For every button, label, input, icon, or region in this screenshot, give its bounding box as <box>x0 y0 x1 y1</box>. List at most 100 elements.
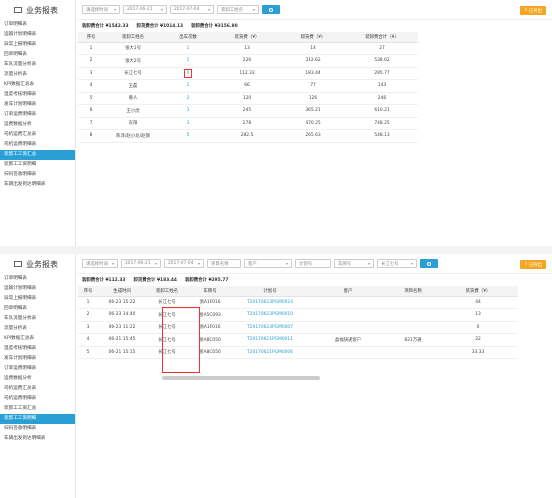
table-cell: 1 <box>78 42 104 55</box>
sidebar-item[interactable]: 运输计划明细表 <box>0 30 75 40</box>
sidebar-item[interactable]: 订单明细表 <box>0 274 75 284</box>
sidebar-item[interactable]: 订单运费明细表 <box>0 110 75 120</box>
table-cell: 27 <box>346 42 418 55</box>
table-cell[interactable]: 1 <box>162 54 214 68</box>
sidebar-item[interactable]: 车队流量分析表 <box>0 60 75 70</box>
date-from-select[interactable]: 2017-06-21 ▾ <box>123 5 167 14</box>
table-cell[interactable]: 3 <box>162 117 214 130</box>
column-header[interactable]: 序号 <box>78 286 98 297</box>
table-row[interactable]: 5 尊人 2 120 126 246 <box>78 92 418 105</box>
column-header[interactable]: 计划号 <box>232 286 308 297</box>
sidebar-item[interactable]: KPI数据汇总表 <box>0 80 75 90</box>
date-to-select[interactable]: 2017-07-04 ▾ <box>170 5 214 14</box>
sidebar-item[interactable]: 订单明细表 <box>0 20 75 30</box>
table-row[interactable]: 1 06-23 15:22 长江七号 浙A1F016 T20170623PGM0024 4… <box>78 296 518 309</box>
sidebar: 业务报表 订单明细表 运输计划明细表 异常上报明细表 回单明细表 车队流量分析表 流量分析… <box>0 254 76 498</box>
export-button[interactable]: ⇪ 已导出 <box>520 260 546 269</box>
sidebar-item[interactable]: 司机运费明细表 <box>0 140 75 150</box>
summary-total: 装卸费合计 ¥3156.80 <box>191 24 238 29</box>
plan-input[interactable]: 计划号 <box>295 259 331 268</box>
date-to-select[interactable]: 2017-07-04 ▾ <box>164 259 204 268</box>
table-cell[interactable]: 3 <box>162 104 214 118</box>
table-row[interactable]: 2 06-23 14:40 长江七号 浙A5C093 T20170623PGM0010 1… <box>78 308 518 322</box>
column-header[interactable]: 装卸工姓名 <box>104 32 162 43</box>
table-row[interactable]: 3 长江七号 5 112.33 183.44 295.77 <box>78 67 418 80</box>
column-header[interactable]: 卸货费（¥） <box>280 32 346 43</box>
column-header[interactable]: 出车次数 <box>162 32 214 43</box>
column-header[interactable]: 装货费（¥） <box>438 286 518 297</box>
export-button[interactable]: ⇪ 已导出 <box>520 6 546 15</box>
sidebar-item[interactable]: 装卸工工资汇总 <box>0 404 75 414</box>
date-from-select[interactable]: 2017-06-21 ▾ <box>121 259 161 268</box>
column-header[interactable]: 生成时间 <box>98 286 146 297</box>
sidebar-item[interactable]: 回单明细表 <box>0 304 75 314</box>
sidebar-item[interactable]: 异常上报明细表 <box>0 40 75 50</box>
highlight-box[interactable]: 5 <box>183 68 193 78</box>
worker-select[interactable]: 装卸工姓名 ▾ <box>217 5 259 14</box>
sidebar-item[interactable]: 运输计划明细表 <box>0 284 75 294</box>
column-header[interactable]: 车牌号 <box>188 286 232 297</box>
sidebar-brand: 业务报表 <box>0 254 75 274</box>
horizontal-scrollbar[interactable] <box>162 376 320 380</box>
search-button[interactable] <box>420 259 438 268</box>
sidebar-item[interactable]: 发车计划明细表 <box>0 354 75 364</box>
table-row[interactable]: 7 东阳 3 278 470.25 748.25 <box>78 117 418 130</box>
sidebar-item[interactable]: 异常上报明细表 <box>0 294 75 304</box>
table-cell[interactable]: 5 <box>162 129 214 143</box>
column-header[interactable]: 序号 <box>78 32 104 43</box>
time-type-select[interactable]: 请选择时间 ▾ <box>82 5 120 14</box>
table-row[interactable]: 3 06-23 11:22 长江七号 浙A1F016 T20170623PGM0007 0 <box>78 321 518 334</box>
sidebar-item[interactable]: 扫码签收明细表 <box>0 170 75 180</box>
table-cell[interactable]: T20170621PGM0006 <box>232 346 308 359</box>
table-row[interactable]: 4 王磊 1 66 77 143 <box>78 79 418 93</box>
sidebar-item[interactable]: 车辆出发到达明细表 <box>0 180 75 190</box>
sidebar-item[interactable]: 司机运费汇总表 <box>0 130 75 140</box>
sidebar-item[interactable]: 车队流量分析表 <box>0 314 75 324</box>
table-row[interactable]: 6 王小虎 3 245 365.21 610.21 <box>78 104 418 118</box>
sidebar-item[interactable]: 订单运费明细表 <box>0 364 75 374</box>
column-header[interactable]: 装货费（¥） <box>214 32 280 43</box>
table-cell: 470.25 <box>280 117 346 130</box>
table-row[interactable]: 2 张大2号 1 226 312.62 538.62 <box>78 54 418 68</box>
sidebar-item[interactable]: 运费数据分析 <box>0 120 75 130</box>
sidebar-item[interactable]: KPI数据汇总表 <box>0 334 75 344</box>
sidebar-item[interactable]: 回单明细表 <box>0 50 75 60</box>
table-cell[interactable]: T20170621PGM0011 <box>232 333 308 347</box>
table-row[interactable]: 5 06-21 15:15 长江七号 浙A8C050 T20170621PGM0006 3… <box>78 346 518 359</box>
time-type-select[interactable]: 请选择时间 ▾ <box>82 259 118 268</box>
table-row[interactable]: 1 张大1号 1 13 14 27 <box>78 42 418 55</box>
worker-select[interactable]: 长江七号 ▾ <box>377 259 417 268</box>
table-cell[interactable]: 2 <box>162 92 214 105</box>
table-cell[interactable]: T20170623PGM0010 <box>232 308 308 322</box>
customer-select[interactable]: 客户 ▾ <box>244 259 292 268</box>
column-header[interactable]: 项目名称 <box>388 286 438 297</box>
table-cell[interactable]: T20170623PGM0007 <box>232 321 308 334</box>
sidebar-item[interactable]: 车辆出发到达明细表 <box>0 434 75 444</box>
sidebar-item[interactable]: 装卸工工资汇总 <box>0 150 75 160</box>
table-cell: 22 <box>438 333 518 347</box>
sidebar-item[interactable]: 流量分析表 <box>0 324 75 334</box>
table-cell: 77 <box>280 79 346 93</box>
table-cell[interactable]: 1 <box>162 42 214 55</box>
sidebar-item[interactable]: 扫码签收明细表 <box>0 424 75 434</box>
sidebar-item[interactable]: 运费数据分析 <box>0 374 75 384</box>
table-cell[interactable]: 5 <box>162 67 214 80</box>
column-header[interactable]: 装卸费合计（¥） <box>346 32 418 43</box>
truck-select[interactable]: 车牌号 ▾ <box>334 259 374 268</box>
table-row[interactable]: 8 陈泽/赵小龙/赵钢 5 282.5 265.63 548.13 <box>78 129 418 143</box>
sidebar-item[interactable]: 司机运费汇总表 <box>0 384 75 394</box>
sidebar-item[interactable]: 流量分析表 <box>0 70 75 80</box>
sidebar-item[interactable]: 温度考核明细表 <box>0 344 75 354</box>
sidebar-item[interactable]: 司机运费明细表 <box>0 394 75 404</box>
sidebar-item[interactable]: 装卸工工资明细 <box>0 414 75 424</box>
project-input[interactable]: 项目名称 <box>207 259 241 268</box>
sidebar-item[interactable]: 发车计划明细表 <box>0 100 75 110</box>
column-header[interactable]: 装卸工姓名 <box>146 286 188 297</box>
sidebar-item[interactable]: 装卸工工资明细 <box>0 160 75 170</box>
sidebar-item[interactable]: 温度考核明细表 <box>0 90 75 100</box>
column-header[interactable]: 客户 <box>308 286 388 297</box>
table-cell[interactable]: 1 <box>162 79 214 93</box>
table-cell[interactable]: T20170623PGM0024 <box>232 296 308 309</box>
table-row[interactable]: 4 06-21 15:45 长江七号 浙A8C050 T20170621PGM0011 晶… <box>78 333 518 347</box>
search-button[interactable] <box>262 5 280 14</box>
